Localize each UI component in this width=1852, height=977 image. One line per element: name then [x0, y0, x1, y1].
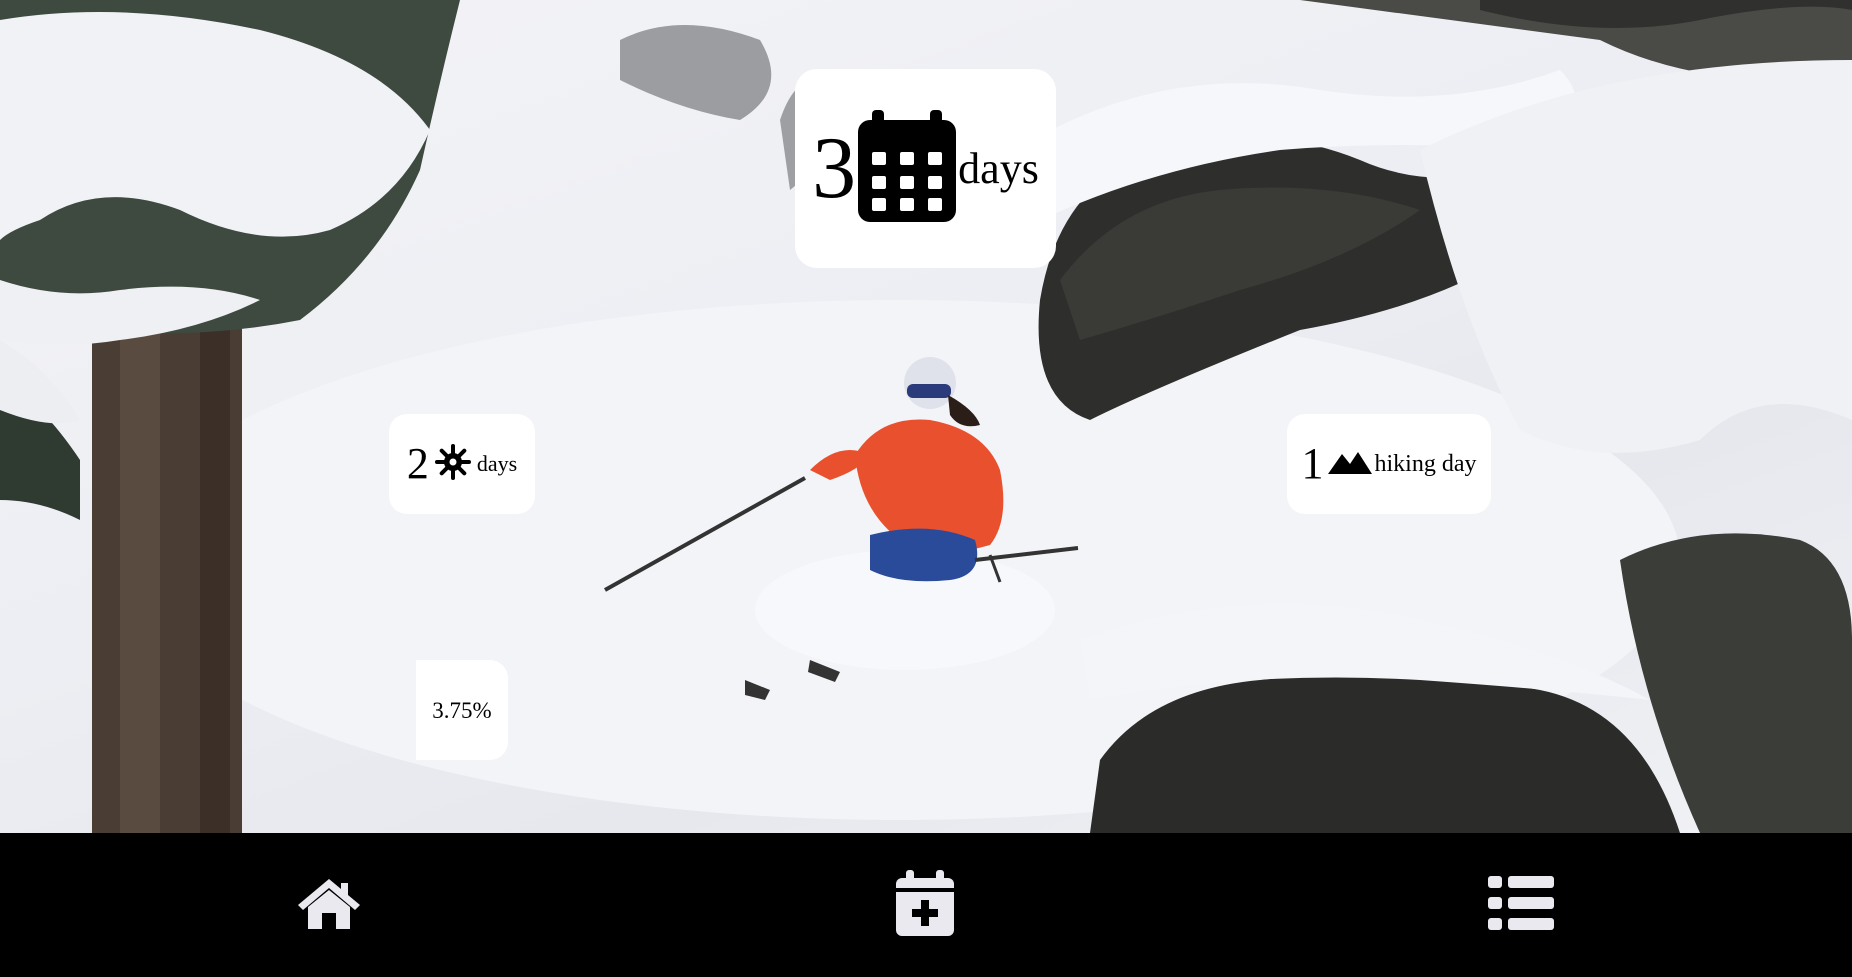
hiking-days-unit: hiking day [1374, 451, 1477, 477]
hiking-days-value: 1 [1301, 439, 1324, 488]
snow-days-unit: days [476, 451, 518, 476]
percent-card: 3.75% [416, 660, 508, 760]
bottom-nav [0, 833, 1852, 977]
snow-days-value: 2 [406, 439, 429, 488]
list-icon [1488, 875, 1554, 935]
snowflake-icon [434, 443, 471, 485]
calendar-icon [858, 110, 957, 227]
list-button[interactable] [1479, 863, 1563, 947]
total-days-value: 3 [812, 119, 857, 217]
calendar-plus-icon [896, 869, 954, 941]
mountain-icon [1327, 450, 1372, 479]
home-button[interactable] [287, 863, 371, 947]
add-day-button[interactable] [883, 863, 967, 947]
total-days-unit: days [958, 143, 1039, 193]
home-icon [296, 877, 362, 934]
percent-value: 3.75% [432, 697, 492, 723]
snow-days-card: 2 days [389, 414, 535, 514]
hiking-days-card: 1 hiking day [1287, 414, 1491, 514]
total-days-card: 3 days [795, 69, 1056, 268]
